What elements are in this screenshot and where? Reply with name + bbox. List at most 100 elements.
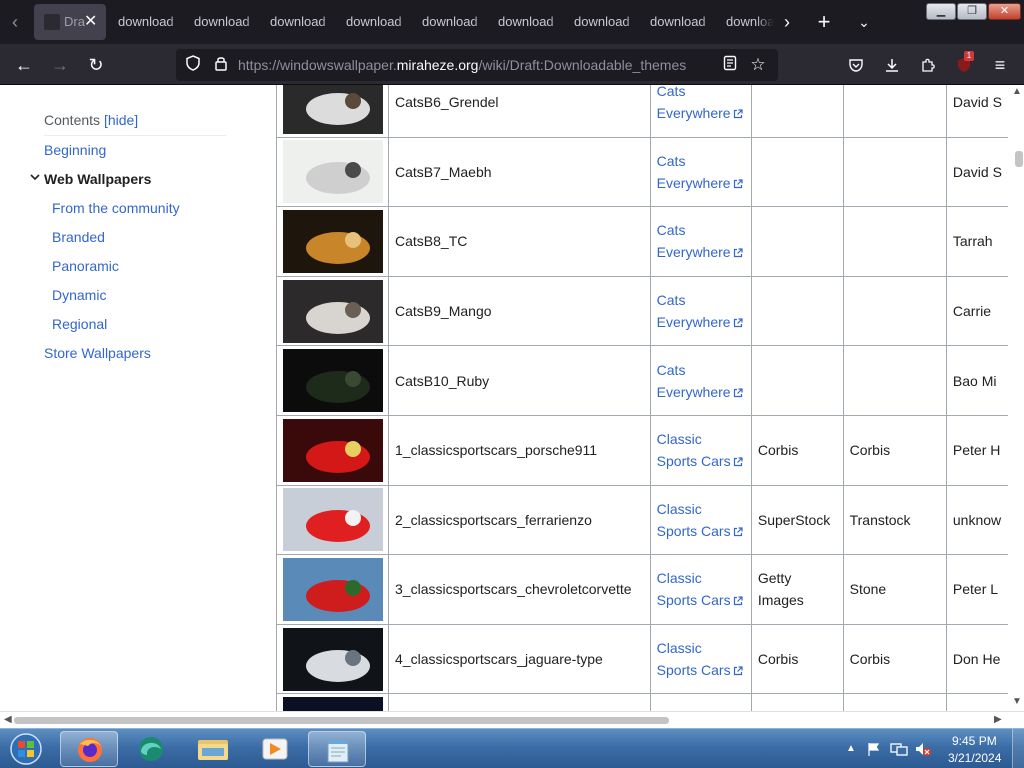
tab-download-1[interactable]: download <box>110 4 186 40</box>
theme-link[interactable]: Cats Everywhere <box>657 153 743 191</box>
tab-download-8[interactable]: download <box>642 4 718 40</box>
table-row: 5_classicsportscars_mercedes-Classic <box>275 693 1024 711</box>
wallpaper-name-cell: 5_classicsportscars_mercedes- <box>388 693 651 711</box>
tab-bar: ‹ Dra ✕ download download download downl… <box>0 0 1024 44</box>
tab-close-icon[interactable]: ✕ <box>84 11 97 31</box>
vertical-scrollbar[interactable]: ▲ ▼ <box>1008 85 1024 711</box>
toc-item-regional[interactable]: Regional <box>52 316 107 332</box>
tab-scroll-right-button[interactable]: › <box>776 8 798 36</box>
downloads-icon[interactable] <box>879 52 905 78</box>
theme-link[interactable]: Cats Everywhere <box>657 85 743 121</box>
volume-muted-icon[interactable] <box>914 741 932 757</box>
agency-cell: Transtock <box>842 484 947 556</box>
wallpaper-thumbnail[interactable] <box>283 140 383 204</box>
wallpaper-thumbnail[interactable] <box>283 488 383 552</box>
wallpaper-table: CatsB6_Grendel Cats Everywhere David S Cats… <box>275 85 1024 711</box>
toc-item-beginning[interactable]: Beginning <box>44 142 106 158</box>
wallpaper-thumbnail[interactable] <box>283 85 383 134</box>
shield-icon[interactable] <box>183 55 203 75</box>
network-icon[interactable] <box>890 741 908 757</box>
table-row: CatsB8_TC Cats Everywhere Tarrah <box>275 206 1024 277</box>
url-text[interactable]: https://windowswallpaper.miraheze.org/wi… <box>238 57 686 73</box>
theme-link[interactable]: Cats Everywhere <box>657 222 743 260</box>
chevron-down-icon[interactable] <box>30 172 40 182</box>
reload-button[interactable]: ↻ <box>83 52 109 78</box>
taskbar-edge-button[interactable] <box>122 731 180 767</box>
wallpaper-thumbnail[interactable] <box>283 418 383 482</box>
tab-active[interactable]: Dra ✕ <box>34 4 106 40</box>
wallpaper-thumbnail[interactable] <box>283 697 383 711</box>
toc-item-web-wallpapers[interactable]: Web Wallpapers <box>30 171 151 187</box>
theme-link[interactable]: Cats Everywhere <box>657 292 743 330</box>
show-hidden-icons-icon[interactable]: ▲ <box>846 742 856 756</box>
tab-scroll-left-button[interactable]: ‹ <box>4 8 26 36</box>
theme-link[interactable]: Classic Sports Cars <box>657 570 743 608</box>
wallpaper-thumbnail[interactable] <box>283 627 383 691</box>
tab-download-3[interactable]: download <box>262 4 338 40</box>
theme-link[interactable]: Classic Sports Cars <box>657 501 743 539</box>
scroll-down-icon[interactable]: ▼ <box>1012 695 1022 709</box>
scroll-up-icon[interactable]: ▲ <box>1012 85 1022 99</box>
toc-item-panoramic[interactable]: Panoramic <box>52 258 119 274</box>
tab-favicon-icon <box>44 14 60 30</box>
nav-bar: ← → ↻ https://windowswallpaper.miraheze.… <box>0 44 1024 85</box>
theme-link[interactable]: Cats Everywhere <box>657 362 743 400</box>
start-button[interactable] <box>4 731 48 767</box>
provider-cell: SuperStock <box>750 484 844 556</box>
tab-download-7[interactable]: download <box>566 4 642 40</box>
minimize-button[interactable]: ▁ <box>926 3 956 20</box>
back-button[interactable]: ← <box>11 52 37 78</box>
taskbar-notepad-button[interactable] <box>308 731 366 767</box>
tab-download-6[interactable]: download <box>490 4 566 40</box>
reader-view-icon[interactable] <box>720 55 740 75</box>
tab-download-4[interactable]: download <box>338 4 414 40</box>
taskbar-firefox-button[interactable] <box>60 731 118 767</box>
window-close-button[interactable]: ✕ <box>988 3 1021 20</box>
external-link-icon <box>733 179 743 188</box>
wallpaper-thumbnail[interactable] <box>283 349 383 413</box>
clock-date[interactable]: 3/21/2024 <box>948 751 1001 765</box>
provider-cell <box>750 136 844 208</box>
list-tabs-chevron-icon[interactable]: ⌄ <box>852 10 876 34</box>
wallpaper-thumbnail[interactable] <box>283 209 383 273</box>
clock-time[interactable]: 9:45 PM <box>952 734 997 748</box>
taskbar-explorer-button[interactable] <box>184 731 242 767</box>
extension-badge: 1 <box>964 51 974 61</box>
toc-hide-link[interactable]: [hide] <box>104 112 138 128</box>
theme-cell: Cats Everywhere <box>649 206 752 277</box>
taskbar-media-player-button[interactable] <box>246 731 304 767</box>
agency-cell: Corbis <box>842 414 947 486</box>
forward-button[interactable]: → <box>47 52 73 78</box>
horizontal-scrollbar[interactable]: ◀ ▶ <box>0 711 1024 728</box>
new-tab-button[interactable]: + <box>812 10 836 34</box>
lock-icon[interactable] <box>211 55 231 75</box>
url-bar[interactable]: https://windowswallpaper.miraheze.org/wi… <box>176 49 778 81</box>
tab-download-9[interactable]: downloa <box>718 4 774 40</box>
tab-download-2[interactable]: download <box>186 4 262 40</box>
url-path: /wiki/Draft:Downloadable_themes <box>478 57 687 73</box>
show-desktop-button[interactable] <box>1012 729 1024 768</box>
extensions-icon[interactable] <box>915 52 941 78</box>
pocket-icon[interactable] <box>843 52 869 78</box>
provider-cell: Corbis <box>750 414 844 486</box>
scroll-right-icon[interactable]: ▶ <box>994 713 1002 727</box>
horizontal-scroll-thumb[interactable] <box>14 717 669 724</box>
toc-item-branded[interactable]: Branded <box>52 229 105 245</box>
wallpaper-thumbnail[interactable] <box>283 279 383 343</box>
toc-item-store-wallpapers[interactable]: Store Wallpapers <box>44 345 151 361</box>
bookmark-star-icon[interactable]: ☆ <box>748 55 768 75</box>
agency-cell <box>842 275 947 347</box>
toc-item-from-the-community[interactable]: From the community <box>52 200 180 216</box>
external-link-icon <box>733 457 743 467</box>
agency-cell <box>842 693 947 711</box>
scroll-left-icon[interactable]: ◀ <box>4 713 12 727</box>
toc-item-dynamic[interactable]: Dynamic <box>52 287 106 303</box>
maximize-button[interactable]: ❐ <box>957 3 987 20</box>
vertical-scroll-thumb[interactable] <box>1015 151 1023 167</box>
action-center-flag-icon[interactable] <box>866 741 882 757</box>
theme-link[interactable]: Classic Sports Cars <box>657 640 743 678</box>
menu-icon[interactable]: ≡ <box>987 52 1013 78</box>
theme-link[interactable]: Classic Sports Cars <box>657 431 743 469</box>
tab-download-5[interactable]: download <box>414 4 490 40</box>
wallpaper-thumbnail[interactable] <box>283 557 383 621</box>
